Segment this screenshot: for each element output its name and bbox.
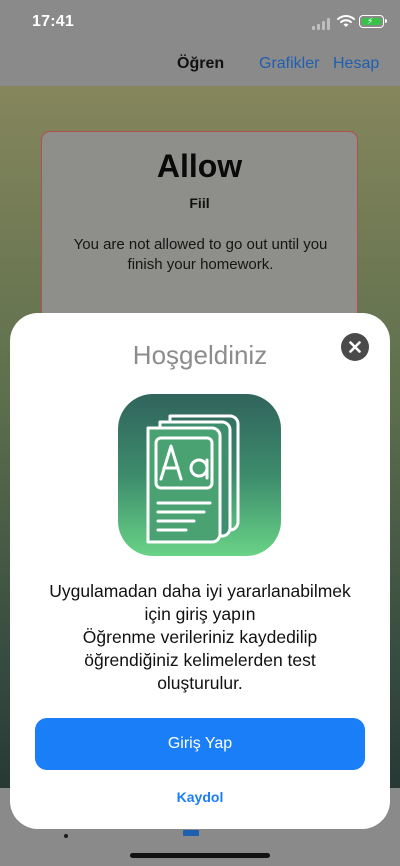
close-button[interactable] — [341, 333, 369, 361]
status-time: 17:41 — [32, 13, 74, 30]
home-indicator — [130, 853, 270, 858]
page-title: Öğren — [177, 55, 225, 72]
wifi-icon — [337, 15, 355, 27]
app-logo — [118, 394, 281, 556]
message-line: öğrendiğiniz kelimelerden test — [84, 650, 316, 670]
close-x-icon — [349, 341, 361, 353]
dictionary-book-icon — [146, 414, 240, 544]
tab-item-charts[interactable] — [183, 830, 199, 836]
navigation-bar: Öğren Grafikler Hesap — [0, 44, 400, 86]
message-line: Öğrenme verileriniz kaydedilip — [82, 627, 318, 647]
word-title: Allow — [156, 148, 243, 184]
word-example-sentence: You are not allowed to go out until you … — [73, 236, 328, 273]
battery-charging-icon: ⚡ — [359, 15, 387, 28]
status-bar: 17:41 ⚡ — [0, 0, 400, 44]
cellular-signal-icon — [312, 18, 332, 30]
account-link[interactable]: Hesap — [333, 55, 379, 73]
tab-item-learn[interactable] — [64, 834, 68, 838]
message-line: Uygulamadan daha iyi yararlanabilmek — [49, 581, 351, 601]
message-line: oluşturulur. — [157, 673, 243, 693]
modal-title: Hoşgeldiniz — [132, 340, 268, 370]
modal-message: Uygulamadan daha iyi yararlanabilmek içi… — [30, 580, 370, 695]
login-button[interactable]: Giriş Yap — [35, 718, 365, 770]
word-type: Fiil — [189, 195, 210, 211]
message-line: için giriş yapın — [144, 604, 256, 624]
charts-link[interactable]: Grafikler — [259, 55, 319, 73]
register-link[interactable]: Kaydol — [10, 789, 390, 805]
welcome-modal: Hoşgeldiniz Uygulamadan daha iyi yararla… — [10, 313, 390, 829]
